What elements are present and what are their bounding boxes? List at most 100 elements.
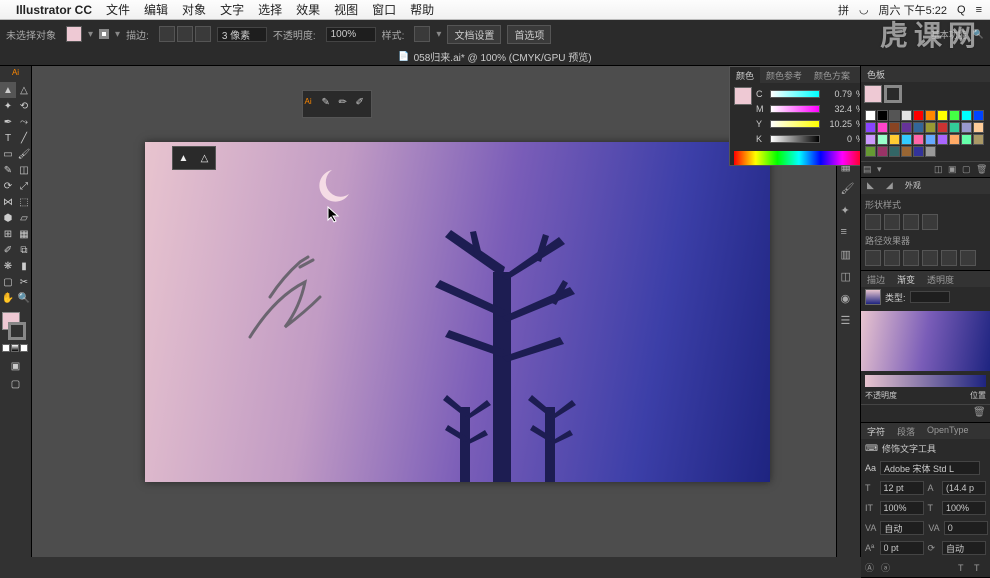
rotation-input[interactable] <box>942 541 986 555</box>
font-size-input[interactable] <box>880 481 924 495</box>
stroke-weight-input[interactable] <box>217 27 267 42</box>
swatch-item[interactable] <box>913 110 924 121</box>
brush-tool[interactable]: 🖌 <box>16 146 32 162</box>
strip-transparency-icon[interactable]: ◫ <box>841 270 857 286</box>
touch-type-label[interactable]: 修饰文字工具 <box>882 442 936 455</box>
width-tool[interactable]: ⋈ <box>0 194 16 210</box>
stroke-profile-icon[interactable] <box>159 26 175 42</box>
gradient-preview[interactable] <box>861 311 990 371</box>
menu-object[interactable]: 对象 <box>182 1 206 18</box>
vscale-input[interactable] <box>880 501 924 515</box>
rotate-tool[interactable]: ⟳ <box>0 178 16 194</box>
fill-swatch[interactable] <box>66 26 82 42</box>
pathfinder-4-icon[interactable] <box>922 214 938 230</box>
stroke-swatch[interactable] <box>99 29 109 39</box>
strip-gradient-icon[interactable]: ▥ <box>841 248 857 264</box>
gradient-tool[interactable]: ▦ <box>16 226 32 242</box>
search-field-icon[interactable]: 🔍 <box>973 29 984 40</box>
baseline-input[interactable] <box>880 541 924 555</box>
swatch-item[interactable] <box>949 134 960 145</box>
float-tool-2-icon[interactable]: ✏ <box>339 97 353 111</box>
opt-d-icon[interactable]: T <box>974 563 986 573</box>
magic-wand-tool[interactable]: ✦ <box>0 98 16 114</box>
line-tool[interactable]: ╱ <box>16 130 32 146</box>
pathfinder-3-icon[interactable] <box>903 214 919 230</box>
pen-tool[interactable]: ✒ <box>0 114 16 130</box>
transparency-tab[interactable]: 透明度 <box>921 271 960 287</box>
zoom-tool[interactable]: 🔍 <box>16 290 32 306</box>
pf-f-icon[interactable] <box>960 250 976 266</box>
swatch-item[interactable] <box>877 122 888 133</box>
font-family-input[interactable] <box>880 461 980 475</box>
hscale-input[interactable] <box>942 501 986 515</box>
appear-icon-b[interactable]: ◢ <box>880 178 899 194</box>
swatches-stroke[interactable] <box>884 85 902 103</box>
swatch-delete-icon[interactable]: 🗑 <box>976 164 988 176</box>
pf-a-icon[interactable] <box>865 250 881 266</box>
grad-type-dropdown[interactable] <box>910 291 950 303</box>
swatch-item[interactable] <box>889 146 900 157</box>
lasso-tool[interactable]: ⟲ <box>16 98 32 114</box>
appear-icon-a[interactable]: ◣ <box>861 178 880 194</box>
app-name[interactable]: Illustrator CC <box>16 3 92 17</box>
float-tool-3-icon[interactable]: ✐ <box>356 97 370 111</box>
shaper-tool[interactable]: ✎ <box>0 162 16 178</box>
swatches-fill[interactable] <box>864 85 882 103</box>
hand-tool[interactable]: ✋ <box>0 290 16 306</box>
swatch-item[interactable] <box>865 110 876 121</box>
swatch-item[interactable] <box>877 134 888 145</box>
swatch-item[interactable] <box>901 110 912 121</box>
menu-select[interactable]: 选择 <box>258 1 282 18</box>
swatch-item[interactable] <box>937 134 948 145</box>
char-tab[interactable]: 字符 <box>861 423 891 439</box>
opt-a-icon[interactable]: Ⓐ <box>865 561 877 574</box>
m-value[interactable]: 32.4 <box>824 104 852 114</box>
fill-dropdown-icon[interactable]: ▾ <box>88 29 93 40</box>
grad-swatch[interactable] <box>865 289 881 305</box>
swatch-item[interactable] <box>901 134 912 145</box>
input-method-icon[interactable]: 拼 <box>838 2 849 18</box>
menu-edit[interactable]: 编辑 <box>144 1 168 18</box>
menu-view[interactable]: 视图 <box>334 1 358 18</box>
strip-brushes-icon[interactable]: 🖌 <box>841 182 857 198</box>
menu-extra-icon[interactable]: ≡ <box>976 4 982 16</box>
strip-appearance-icon[interactable]: ◉ <box>841 292 857 308</box>
blend-tool[interactable]: ⧉ <box>16 242 32 258</box>
direct-selection-tool[interactable]: △ <box>16 82 32 98</box>
type-tool[interactable]: T <box>0 130 16 146</box>
pf-b-icon[interactable] <box>884 250 900 266</box>
style-dropdown-icon[interactable]: ▾ <box>436 29 441 40</box>
color-panel[interactable]: 颜色 颜色参考 颜色方案 C 0.79 % M <box>729 66 860 166</box>
y-value[interactable]: 10.25 <box>824 119 852 129</box>
swatch-item[interactable] <box>913 146 924 157</box>
color-fill-swatch[interactable] <box>734 87 752 105</box>
shape-builder-tool[interactable]: ⬢ <box>0 210 16 226</box>
stroke-tab[interactable]: 描边 <box>861 271 891 287</box>
mesh-tool[interactable]: ⊞ <box>0 226 16 242</box>
gradient-tab[interactable]: 渐变 <box>891 271 921 287</box>
strip-stroke-icon[interactable]: ≡ <box>841 226 857 242</box>
swatch-item[interactable] <box>901 122 912 133</box>
float-direct-selection-tool[interactable]: △ <box>194 147 215 169</box>
color-tab[interactable]: 颜色 <box>730 67 760 83</box>
gradient-mode-icon[interactable] <box>11 344 19 352</box>
detached-selection-tools[interactable]: ▲ △ <box>172 146 216 170</box>
swatch-item[interactable] <box>973 110 984 121</box>
swatch-item[interactable] <box>889 110 900 121</box>
swatch-item[interactable] <box>913 134 924 145</box>
kerning-input[interactable] <box>880 521 924 535</box>
swatch-item[interactable] <box>925 122 936 133</box>
prefs-button[interactable]: 首选项 <box>507 25 551 44</box>
swatch-item[interactable] <box>925 110 936 121</box>
artboard-tool[interactable]: ▢ <box>0 274 16 290</box>
color-guide-tab[interactable]: 颜色参考 <box>760 67 808 83</box>
strip-layers-icon[interactable]: ☰ <box>841 314 857 330</box>
eyedropper-tool[interactable]: ✐ <box>0 242 16 258</box>
doc-setup-button[interactable]: 文档设置 <box>447 25 501 44</box>
appearance-tab[interactable]: 外观 <box>899 178 927 194</box>
swatch-lib-icon[interactable]: ▤ <box>863 164 875 176</box>
swatch-options-icon[interactable]: ◫ <box>934 164 946 176</box>
pathfinder-1-icon[interactable] <box>865 214 881 230</box>
swatches-tab[interactable]: 色板 <box>861 66 891 82</box>
swatch-item[interactable] <box>865 122 876 133</box>
